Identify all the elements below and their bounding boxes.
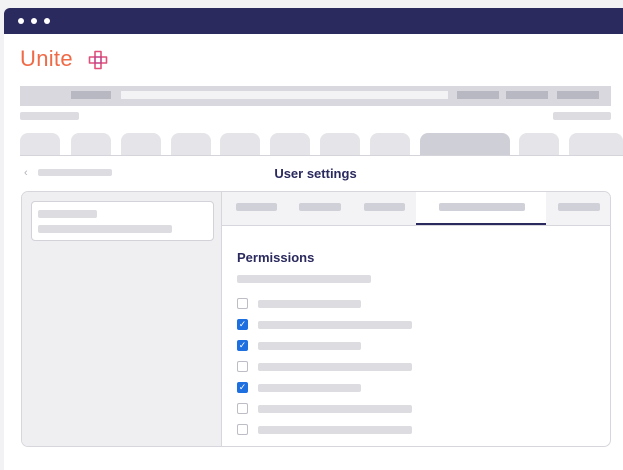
- permission-label-placeholder: [258, 426, 412, 434]
- permission-label-placeholder: [258, 363, 412, 371]
- tabs-divider: [20, 155, 623, 156]
- module-tab[interactable]: [121, 133, 161, 155]
- page-title: User settings: [274, 166, 357, 181]
- module-tab[interactable]: [20, 133, 60, 155]
- nav-item[interactable]: [71, 91, 111, 99]
- settings-tab[interactable]: [299, 203, 341, 211]
- settings-tab[interactable]: [558, 203, 600, 211]
- permission-label-placeholder: [258, 300, 361, 308]
- settings-tab[interactable]: [439, 203, 525, 211]
- settings-tab[interactable]: [364, 203, 405, 211]
- permission-label-placeholder: [258, 405, 412, 413]
- permission-label-placeholder: [258, 321, 412, 329]
- module-tab-active[interactable]: [420, 133, 510, 155]
- active-tab-indicator: [416, 223, 546, 225]
- selected-user-card[interactable]: [31, 201, 214, 241]
- permission-checkbox[interactable]: ✓: [237, 319, 248, 330]
- module-tab[interactable]: [519, 133, 559, 155]
- window-control-dot[interactable]: [18, 18, 24, 24]
- window-control-dot[interactable]: [31, 18, 37, 24]
- section-description-placeholder: [237, 275, 371, 283]
- user-detail-placeholder: [38, 225, 172, 233]
- permission-label-placeholder: [258, 384, 361, 392]
- cross-knot-icon: [88, 50, 108, 70]
- settings-card: Permissions ✓ ✓ ✓: [21, 191, 611, 447]
- breadcrumb-placeholder: [20, 112, 79, 120]
- module-tab[interactable]: [71, 133, 111, 155]
- nav-item[interactable]: [457, 91, 499, 99]
- permission-label-placeholder: [258, 342, 361, 350]
- window-control-dot[interactable]: [44, 18, 50, 24]
- permission-checkbox[interactable]: [237, 403, 248, 414]
- permission-checkbox[interactable]: [237, 298, 248, 309]
- settings-tabs: [222, 192, 610, 226]
- search-input[interactable]: [121, 91, 448, 99]
- app-window: Unite ‹ User settings Permissions ✓ ✓ ✓: [4, 8, 623, 470]
- module-tab[interactable]: [220, 133, 260, 155]
- top-nav-bar: [20, 86, 611, 106]
- nav-item[interactable]: [557, 91, 599, 99]
- permission-checkbox[interactable]: [237, 424, 248, 435]
- module-tab[interactable]: [370, 133, 410, 155]
- header-meta-placeholder: [553, 112, 611, 120]
- brand-name: Unite: [20, 46, 73, 71]
- window-titlebar: [4, 8, 623, 34]
- permission-checkbox[interactable]: ✓: [237, 340, 248, 351]
- module-tab[interactable]: [320, 133, 360, 155]
- nav-item[interactable]: [506, 91, 548, 99]
- user-name-placeholder: [38, 210, 97, 218]
- permission-checkbox[interactable]: ✓: [237, 382, 248, 393]
- module-tab[interactable]: [171, 133, 211, 155]
- user-list-pane: [22, 192, 222, 446]
- module-tab[interactable]: [270, 133, 310, 155]
- permission-checkbox[interactable]: [237, 361, 248, 372]
- module-tab[interactable]: [569, 133, 623, 155]
- settings-tab[interactable]: [236, 203, 277, 211]
- section-title: Permissions: [237, 250, 315, 265]
